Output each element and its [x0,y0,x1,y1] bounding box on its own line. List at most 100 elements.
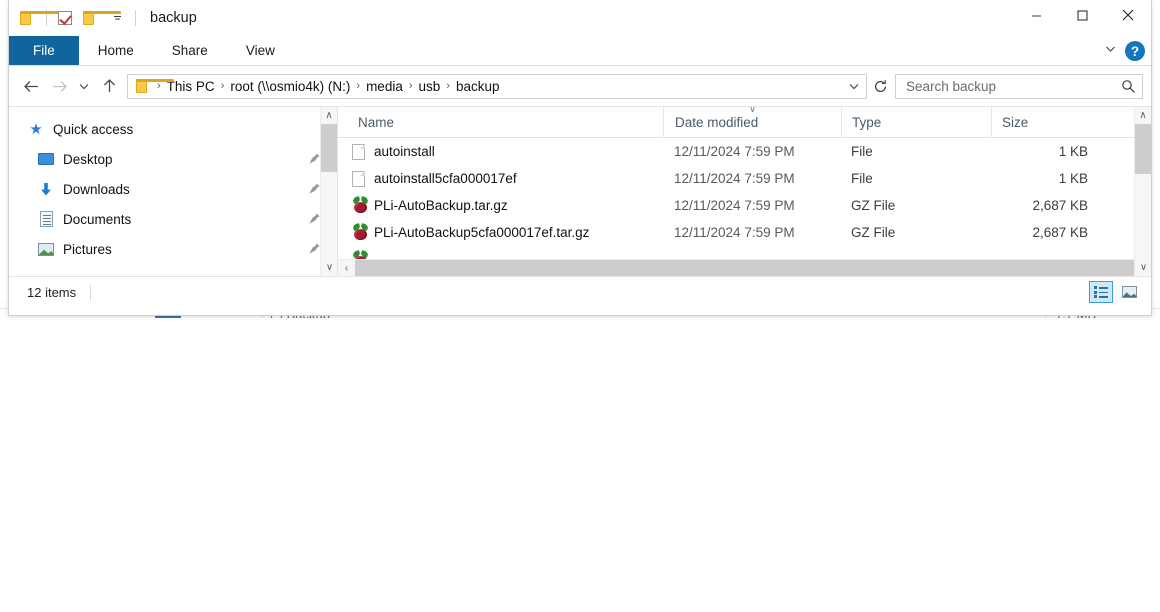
scroll-down-arrow-icon[interactable]: ∨ [1135,259,1151,276]
downloads-arrow-icon [37,181,55,197]
breadcrumb-item-backup[interactable]: backup [451,79,505,94]
scroll-up-arrow-icon[interactable]: ∧ [1135,107,1151,124]
file-type-cell: GZ File [841,198,991,213]
desktop-icon [37,151,55,167]
up-button[interactable] [95,72,123,100]
forward-button[interactable] [45,72,73,100]
sidebar-item-label: Downloads [63,182,130,197]
column-headers: Name ∨ Date modified Type Size [338,107,1151,138]
back-arrow-icon [23,79,40,94]
maximize-button[interactable] [1059,0,1105,30]
file-date-cell: 12/11/2024 7:59 PM [663,144,841,159]
details-view-icon [1094,286,1108,298]
file-name-label: PLi-AutoBackup.tar.gz [374,198,508,213]
file-list-horizontal-scrollbar[interactable]: ‹ › [338,259,1151,276]
quick-access-tree: ★ Quick access Desktop [9,107,337,264]
sidebar-item-downloads[interactable]: Downloads [9,174,337,204]
navigation-pane-scrollbar[interactable]: ∧ ∨ [320,107,337,276]
column-header-date-modified[interactable]: ∨ Date modified [663,107,841,138]
back-button[interactable] [17,72,45,100]
scroll-left-arrow-icon[interactable]: ‹ [338,260,355,277]
search-input[interactable] [904,78,1121,95]
file-name-label: autoinstall5cfa000017ef [374,171,517,186]
customize-chevron-icon[interactable] [104,5,130,31]
tab-file[interactable]: File [9,36,79,65]
path-folder-icon [136,79,153,93]
scrollbar-thumb[interactable] [355,260,1134,277]
scrollbar-thumb[interactable] [1135,124,1151,174]
help-button[interactable]: ? [1125,41,1145,61]
minimize-button[interactable] [1013,0,1059,30]
recent-locations-button[interactable] [73,72,95,100]
sidebar-item-label: Desktop [63,152,113,167]
large-icons-view-icon [1122,286,1137,298]
chevron-down-icon [78,80,90,92]
file-explorer-window: backup File Home Share View [8,0,1152,316]
status-divider [90,285,91,301]
table-row[interactable]: autoinstall 12/11/2024 7:59 PM File 1 KB [338,138,1151,165]
properties-checkbox-icon[interactable] [52,5,78,31]
search-icon[interactable] [1121,79,1136,94]
column-header-name[interactable]: Name [338,107,663,138]
sidebar-item-quick-access[interactable]: ★ Quick access [9,114,337,144]
view-mode-buttons [1089,281,1141,303]
expand-ribbon-chevron-icon[interactable] [1104,42,1117,60]
status-bar: 12 items [9,276,1151,308]
refresh-button[interactable] [867,72,893,100]
file-name-cell[interactable]: autoinstall5cfa000017ef [338,171,663,187]
scrollbar-thumb[interactable] [321,124,338,172]
folder-icon[interactable] [15,5,41,31]
details-view-button[interactable] [1089,281,1113,303]
tab-home[interactable]: Home [79,36,153,65]
scroll-up-arrow-icon[interactable]: ∧ [321,107,337,124]
breadcrumb-item-root-share[interactable]: root (\\osmio4k) (N:) [225,79,355,94]
file-name-label: PLi-AutoBackup5cfa000017ef.tar.gz [374,225,589,240]
file-name-cell[interactable]: PLi-AutoBackup.tar.gz [338,197,663,214]
file-list-vertical-scrollbar[interactable]: ∧ ∨ [1134,107,1151,276]
column-header-size[interactable]: Size [991,107,1101,138]
breadcrumb: › This PC › root (\\osmio4k) (N:) › medi… [134,79,844,94]
close-icon [1122,9,1134,21]
breadcrumb-item-media[interactable]: media [361,79,408,94]
star-icon: ★ [27,121,45,137]
close-button[interactable] [1105,0,1151,30]
raspberry-pi-icon [352,224,374,241]
sidebar-item-pictures[interactable]: Pictures [9,234,337,264]
tab-view[interactable]: View [227,36,294,65]
file-size-cell: 2,687 KB [991,198,1101,213]
navigation-pane: ★ Quick access Desktop [9,107,338,276]
file-name-cell[interactable]: PLi-AutoBackup5cfa000017ef.tar.gz [338,224,663,241]
scroll-down-arrow-icon[interactable]: ∨ [321,259,338,276]
window-body: ★ Quick access Desktop [9,106,1151,276]
column-header-type[interactable]: Type [841,107,991,138]
table-row[interactable]: PLi-AutoBackup.tar.gz 12/11/2024 7:59 PM… [338,192,1151,219]
ribbon-right-controls: ? [1104,36,1145,66]
file-date-cell: 12/11/2024 7:59 PM [663,171,841,186]
breadcrumb-bar[interactable]: › This PC › root (\\osmio4k) (N:) › medi… [127,74,867,99]
file-type-cell: GZ File [841,225,991,240]
file-size-cell: 2,687 KB [991,225,1101,240]
forward-arrow-icon [51,79,68,94]
search-box[interactable] [895,74,1143,99]
file-rows: autoinstall 12/11/2024 7:59 PM File 1 KB… [338,138,1151,276]
minimize-icon [1031,10,1042,21]
file-size-cell: 1 KB [991,171,1101,186]
file-date-cell: 12/11/2024 7:59 PM [663,198,841,213]
file-size-cell: 1 KB [991,144,1101,159]
generic-file-icon [352,144,374,160]
large-icons-view-button[interactable] [1117,281,1141,303]
sidebar-item-label: Pictures [63,242,112,257]
new-folder-icon[interactable] [78,5,104,31]
document-icon [37,211,55,227]
sidebar-item-desktop[interactable]: Desktop [9,144,337,174]
sidebar-item-documents[interactable]: Documents [9,204,337,234]
file-list-pane: Name ∨ Date modified Type Size autoi [338,107,1151,276]
tab-share[interactable]: Share [153,36,227,65]
table-row[interactable]: PLi-AutoBackup5cfa000017ef.tar.gz 12/11/… [338,219,1151,246]
file-name-cell[interactable]: autoinstall [338,144,663,160]
breadcrumb-item-usb[interactable]: usb [414,79,446,94]
address-bar: › This PC › root (\\osmio4k) (N:) › medi… [9,66,1151,106]
table-row[interactable]: autoinstall5cfa000017ef 12/11/2024 7:59 … [338,165,1151,192]
toolbar-divider [135,10,136,26]
breadcrumb-dropdown-icon[interactable] [844,75,864,98]
